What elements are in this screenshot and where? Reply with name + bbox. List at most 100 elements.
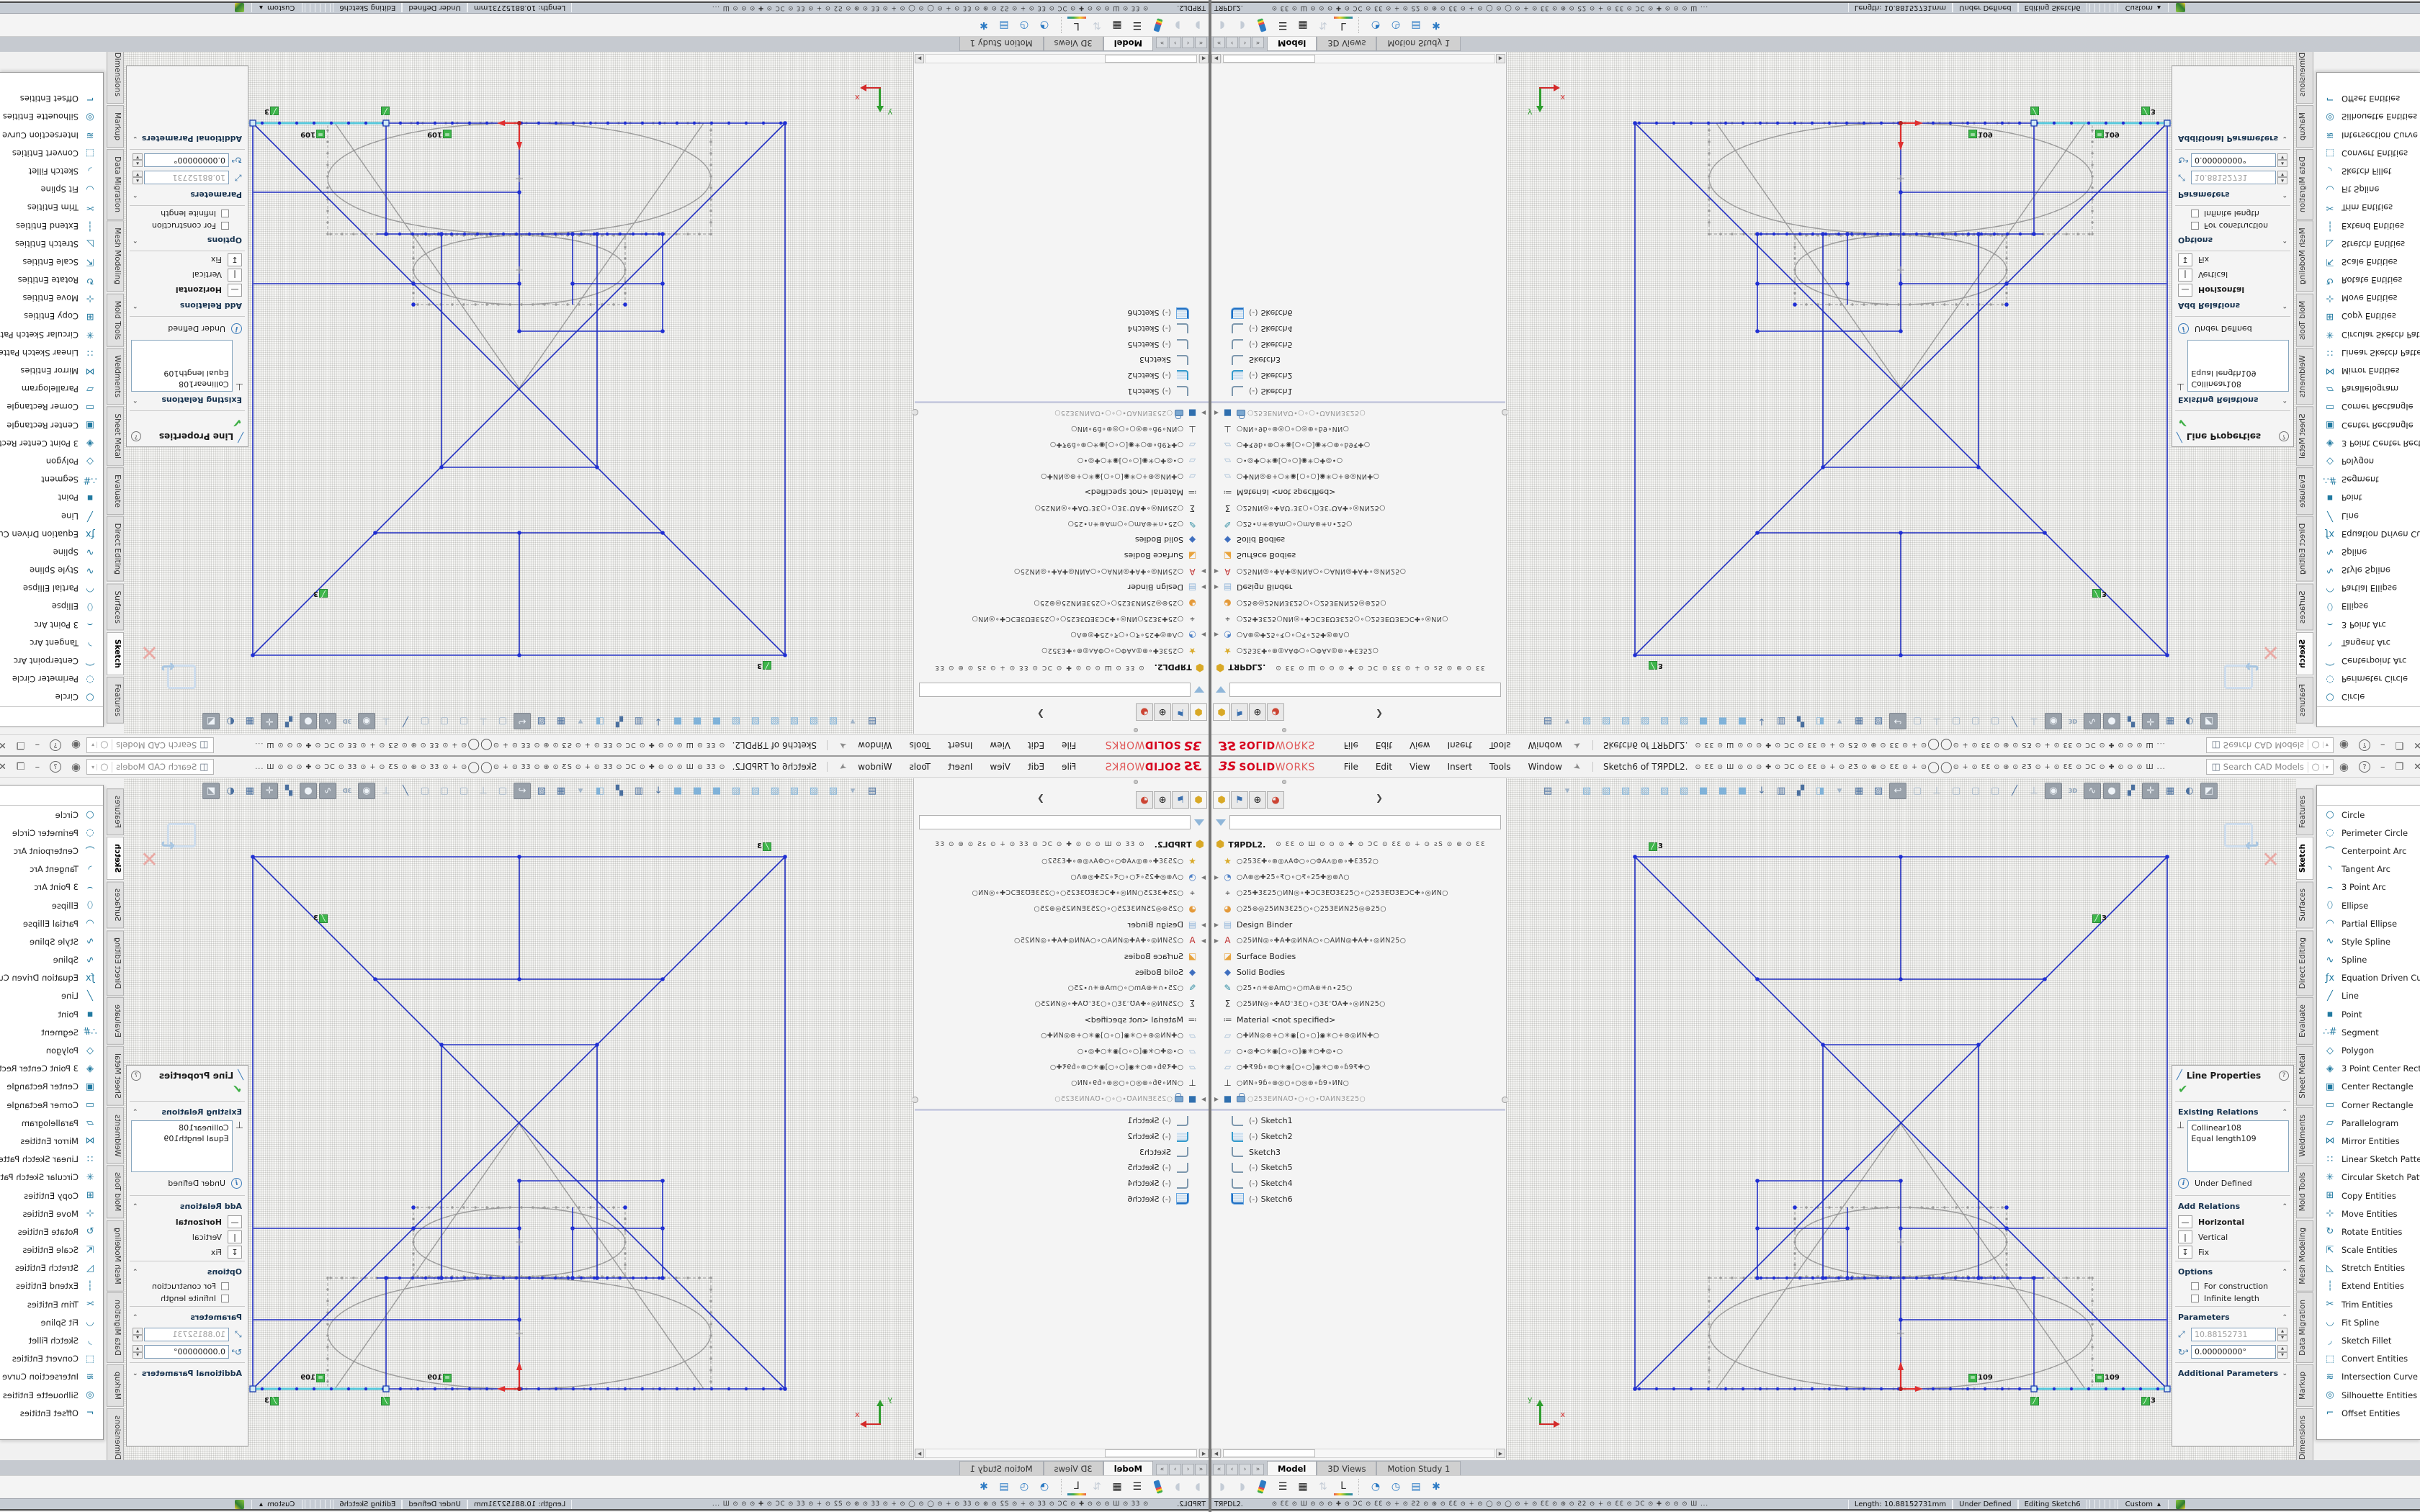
tree-sketch-row[interactable]: (-)Sketch1 <box>915 1113 1209 1129</box>
angle-input[interactable]: 0.00000000° <box>144 1345 229 1359</box>
tree-filter-input[interactable] <box>919 815 1191 829</box>
tab-nav-button[interactable]: » <box>1156 37 1168 48</box>
flyout-item[interactable]: ⌢3 Point Arc <box>2317 878 2420 896</box>
fix-button-icon[interactable]: ↧ <box>2178 1246 2192 1259</box>
user-account-icon[interactable]: ◉ <box>71 760 81 773</box>
flyout-item[interactable]: ◈3 Point Center Recta... <box>2317 1060 2420 1078</box>
flyout-item[interactable]: ⊹Move Entities <box>0 289 103 307</box>
existing-relations-header[interactable]: Existing Relations⌃ <box>127 1104 248 1119</box>
bottom-toolbar-icon[interactable]: ◗ <box>1188 1478 1207 1495</box>
tree-row[interactable]: ⊥○ИN∘9ɓ∘⊛◎○∘○◎⊛∘ɓ9∘ИN○ <box>1211 1075 1505 1091</box>
flyout-item[interactable]: ◇Polygon <box>2317 1041 2420 1059</box>
panel-tabs-chevron-icon[interactable]: ❯ <box>1376 793 1383 803</box>
tab-mesh-modeling[interactable]: Mesh Modeling <box>2296 1220 2313 1292</box>
ok-checkmark-icon[interactable]: ✔ <box>2172 1082 2293 1099</box>
tab-markup[interactable]: Markup <box>107 1364 124 1407</box>
flyout-item[interactable]: ↻Rotate Entities <box>0 271 103 289</box>
tree-sketch-row[interactable]: (-)Sketch5 <box>915 1160 1209 1176</box>
tree-sketch-row[interactable]: (-)Sketch2 <box>1211 1129 1505 1145</box>
tree-row[interactable]: ▶■○253ЕИNAƱ∙○∘○∙ƱAИN3Ɛ25○ <box>1211 405 1505 421</box>
flyout-item[interactable]: ◌Perimeter Circle <box>2317 670 2420 688</box>
bottom-toolbar-icon[interactable]: ✱ <box>974 17 993 34</box>
flyout-item[interactable]: ◇Polygon <box>0 1041 103 1059</box>
checkbox-icon[interactable] <box>221 1295 229 1302</box>
tab-surfaces[interactable]: Surfaces <box>107 881 124 928</box>
flyout-item[interactable]: ⬯Ellipse <box>2317 598 2420 616</box>
tab-evaluate[interactable]: Evaluate <box>107 997 124 1045</box>
flyout-item[interactable]: ƒxEquation Driven Curve <box>2317 969 2420 987</box>
add-relation-fix[interactable]: ↧Fix <box>2178 253 2287 266</box>
length-input[interactable]: 10.88152731 <box>144 1328 229 1341</box>
search-input[interactable]: Search CAD Models <box>2223 762 2308 772</box>
add-relation-fix[interactable]: ↧Fix <box>2178 1246 2287 1259</box>
tab-direct-editing[interactable]: Direct Editing <box>2296 930 2313 996</box>
flyout-item[interactable]: ≋Intersection Curve <box>2317 126 2420 144</box>
tab-sketch[interactable]: Sketch <box>2296 632 2313 675</box>
menu-insert[interactable]: Insert <box>939 760 981 774</box>
scroll-thumb[interactable] <box>1105 1449 1197 1457</box>
displaymanager-tab[interactable]: ◕ <box>1136 703 1153 721</box>
fix-button-icon[interactable]: ↧ <box>228 253 242 266</box>
tree-sketch-row[interactable]: (-)Sketch2 <box>915 1129 1209 1145</box>
expand-arrow-icon[interactable]: ▶ <box>1198 410 1209 417</box>
expand-arrow-icon[interactable]: ▶ <box>1198 1096 1209 1102</box>
configurationmanager-tab[interactable]: ⊕ <box>1249 703 1266 721</box>
menu-tools[interactable]: Tools <box>1481 760 1520 774</box>
panel-collapse-handle[interactable] <box>912 409 918 415</box>
flyout-item[interactable]: ∿Spline <box>2317 951 2420 969</box>
flyout-item[interactable]: ⊹Move Entities <box>2317 289 2420 307</box>
tree-filter-input[interactable] <box>1229 683 1501 697</box>
flyout-item[interactable]: ╱Line <box>0 507 103 525</box>
tab-features[interactable]: Features <box>107 788 124 835</box>
featuremanager-tab[interactable]: ⬢ <box>1190 703 1207 721</box>
scroll-left-arrow[interactable]: ◀ <box>1211 1449 1221 1458</box>
tree-row[interactable]: ▶A○25ИN◎∘✚A✚◎ИNA○∘○AИN◎✚A✚∘◎ИN25○ <box>1211 564 1505 580</box>
tree-row[interactable]: ◕○25⊛◎25ИN3Ɛ25○∘○253ЕИN25◎⊛25○ <box>1211 595 1505 611</box>
model-tab-model[interactable]: Model <box>1103 37 1153 51</box>
configurationmanager-tab[interactable]: ⊕ <box>1154 703 1171 721</box>
bottom-toolbar-icon[interactable]: ▦ <box>1108 1478 1126 1495</box>
tree-row[interactable]: ◆Solid Bodies <box>915 964 1209 980</box>
add-relation-vertical[interactable]: |Vertical <box>133 1230 242 1243</box>
checkbox-icon[interactable] <box>221 210 229 217</box>
search-box[interactable]: ◫ Search CAD Models ○ ▾ <box>2206 759 2334 775</box>
tab-data-migration[interactable]: Data Migration <box>2296 149 2313 220</box>
tab-weldments[interactable]: Weldments <box>107 348 124 405</box>
vertical-button-icon[interactable]: | <box>228 269 242 282</box>
search-input[interactable]: Search CAD Models <box>112 740 197 750</box>
tab-markup[interactable]: Markup <box>2296 105 2313 148</box>
option-1[interactable]: Infinite length <box>2191 1294 2293 1303</box>
flyout-item[interactable]: ∷Linear Sketch Pattern <box>2317 343 2420 361</box>
bottom-toolbar-icon[interactable]: ◗ <box>1233 17 1252 34</box>
menu-insert[interactable]: Insert <box>939 738 981 752</box>
flyout-item[interactable]: ▣Center Rectangle <box>0 1078 103 1096</box>
fix-button-icon[interactable]: ↧ <box>228 1246 242 1259</box>
bottom-toolbar-icon[interactable]: ▦ <box>1108 17 1126 34</box>
tree-row[interactable]: ⌖○25✚3Ɛ25○ИN◎∘✚ƆC3ЕƱ3Ɛ25○∘○253ЕƱ3ЕƆC✚∘◎И… <box>915 611 1209 627</box>
tree-sketch-row[interactable]: (-)Sketch4 <box>915 321 1209 337</box>
menu-window[interactable]: Window <box>849 738 900 752</box>
scroll-right-arrow[interactable]: ▶ <box>915 1449 924 1458</box>
tree-sketch-row[interactable]: (-)Sketch6 <box>1211 305 1505 321</box>
add-relation-fix[interactable]: ↧Fix <box>133 1246 242 1259</box>
flyout-item[interactable]: ▭Corner Rectangle <box>0 1096 103 1114</box>
pin-icon[interactable]: ➤ <box>1572 760 1583 773</box>
flyout-item[interactable]: ◌Perimeter Circle <box>0 670 103 688</box>
existing-relations-header[interactable]: Existing Relations⌃ <box>127 393 248 408</box>
tree-row[interactable]: ✎○25∙∩✳⊛Am○∘○mA⊛✳∩∙25○ <box>915 980 1209 996</box>
flyout-item[interactable]: ƒxEquation Driven Curve <box>0 525 103 543</box>
flyout-item[interactable]: ✂Trim Entities <box>2317 199 2420 217</box>
tree-row[interactable]: ▱○∙◎✚○✳◉[○∘○]◉✳○✚◎∙○ <box>1211 453 1505 469</box>
close-button[interactable]: ✕ <box>0 762 6 773</box>
relations-listbox[interactable]: Collinear108Equal length109 <box>2187 1120 2289 1172</box>
flyout-item[interactable]: ◡Fit Spline <box>2317 1313 2420 1331</box>
flyout-item[interactable]: ⊞Copy Entities <box>2317 1187 2420 1205</box>
angle-spinner[interactable]: ▲▼ <box>2277 1345 2287 1359</box>
tree-sketch-row[interactable]: (-)Sketch6 <box>915 305 1209 321</box>
flyout-item[interactable]: ⌢3 Point Arc <box>0 616 103 634</box>
tree-row[interactable]: ⊥○ИN∘9ɓ∘⊛◎○∘○◎⊛∘ɓ9∘ИN○ <box>915 421 1209 437</box>
tree-row[interactable]: ≔Material <not specified> <box>915 485 1209 500</box>
tree-row[interactable]: ▶◔○Ʌ⊛◎✚25∘₹○∘○₹∘25✚◎⊛Ʌ○ <box>1211 627 1505 643</box>
scroll-left-arrow[interactable]: ◀ <box>1211 54 1221 63</box>
tree-row[interactable]: ★○253Ɛ✚∘⊛◎ʌAΦ○∘○ΦAʌ◎⊛∘✚Ɛ352○ <box>1211 853 1505 869</box>
